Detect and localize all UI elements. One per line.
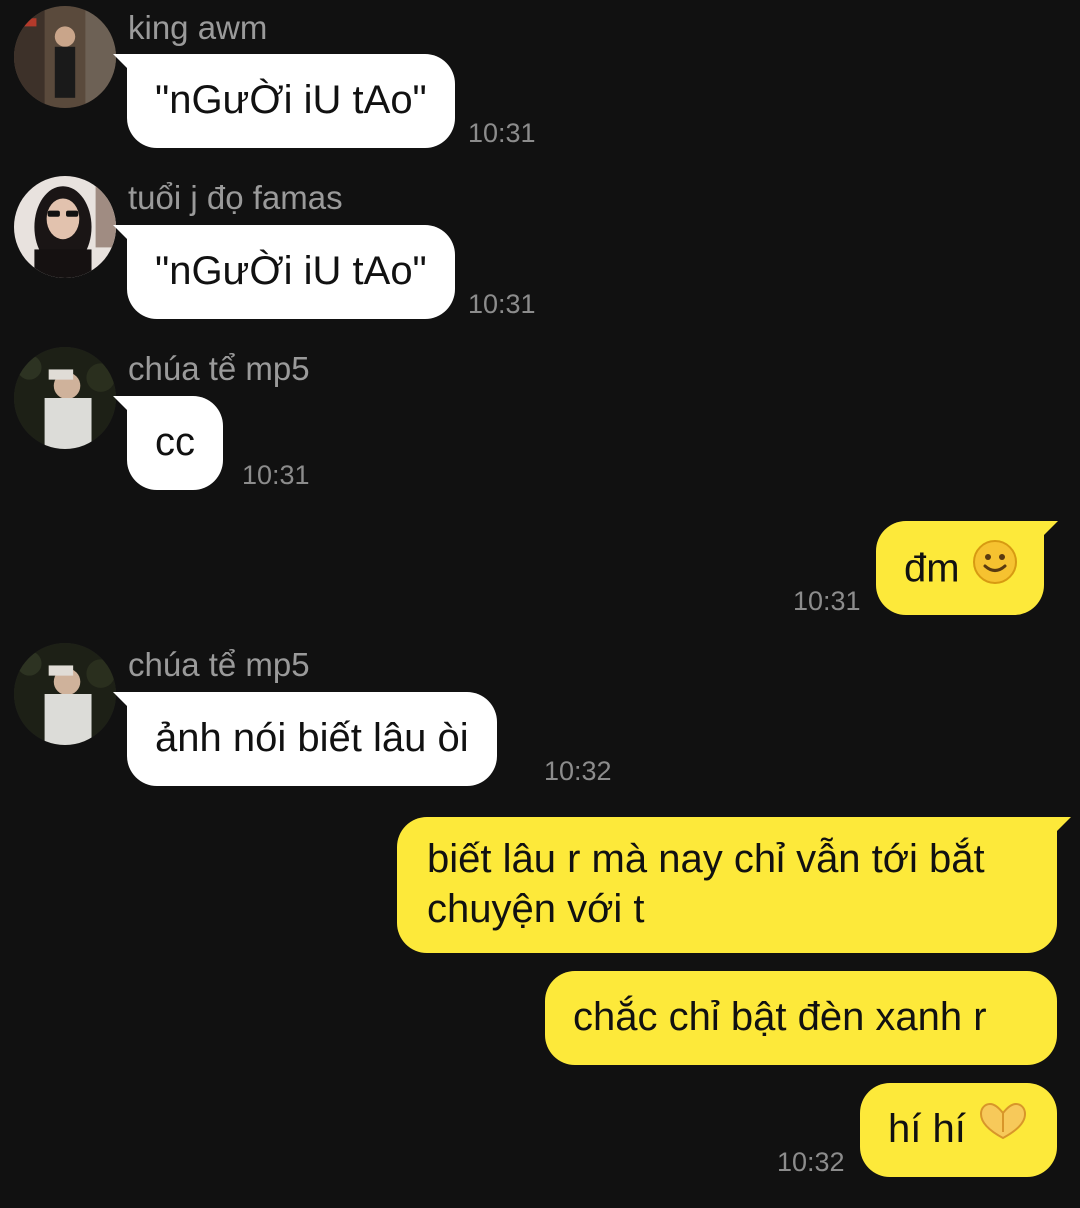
incoming-message-bubble[interactable]: cc xyxy=(113,396,223,490)
incoming-message-bubble[interactable]: ảnh nói biết lâu òi xyxy=(113,692,497,786)
message-text: cc xyxy=(155,420,195,464)
message-timestamp: 10:31 xyxy=(468,118,536,148)
message-timestamp: 10:32 xyxy=(544,756,612,786)
message-timestamp: 10:31 xyxy=(468,289,536,319)
sender-name: chúa tể mp5 xyxy=(128,350,310,387)
message-text: chắc chỉ bật đèn xanh r xyxy=(573,995,987,1039)
heart-hands-icon xyxy=(978,1102,1028,1154)
incoming-message-bubble[interactable]: "nGưỜi iU tAo" xyxy=(113,54,455,148)
avatar-photo xyxy=(14,176,116,278)
message-text: ảnh nói biết lâu òi xyxy=(155,716,469,760)
message-text: "nGưỜi iU tAo" xyxy=(155,78,427,122)
slightly-smiling-face-icon xyxy=(972,539,1018,597)
message-timestamp: 10:31 xyxy=(793,586,861,616)
incoming-message-bubble[interactable]: "nGưỜi iU tAo" xyxy=(113,225,455,319)
avatar-king-awm[interactable] xyxy=(14,6,116,108)
outgoing-message-bubble[interactable]: hí hí xyxy=(860,1083,1057,1177)
message-timestamp: 10:32 xyxy=(777,1147,845,1177)
avatar-tuoi-j-do-famas[interactable] xyxy=(14,176,116,278)
avatar-chua-te-mp5[interactable] xyxy=(14,643,116,745)
message-text: hí hí xyxy=(888,1107,966,1151)
sender-name: chúa tể mp5 xyxy=(128,646,310,683)
sender-name: tuổi j đọ famas xyxy=(128,179,343,216)
avatar-photo xyxy=(14,6,116,108)
sender-name: king awm xyxy=(128,9,268,46)
avatar-photo xyxy=(14,643,116,745)
outgoing-message-bubble[interactable]: biết lâu r mà nay chỉ vẫn tới bắt chuyện… xyxy=(397,817,1071,953)
avatar-chua-te-mp5[interactable] xyxy=(14,347,116,449)
outgoing-message-bubble[interactable]: đm xyxy=(876,521,1058,615)
outgoing-message-bubble[interactable]: chắc chỉ bật đèn xanh r xyxy=(545,971,1057,1065)
message-timestamp: 10:31 xyxy=(242,460,310,490)
message-text: đm xyxy=(904,546,960,591)
message-text: "nGưỜi iU tAo" xyxy=(155,249,427,293)
chat-thread: king awm "nGưỜi iU tAo" 10:31 tuổi j đọ … xyxy=(0,0,1080,1208)
message-text: biết lâu r mà nay chỉ vẫn tới bắt chuyện… xyxy=(427,837,985,931)
avatar-photo xyxy=(14,347,116,449)
